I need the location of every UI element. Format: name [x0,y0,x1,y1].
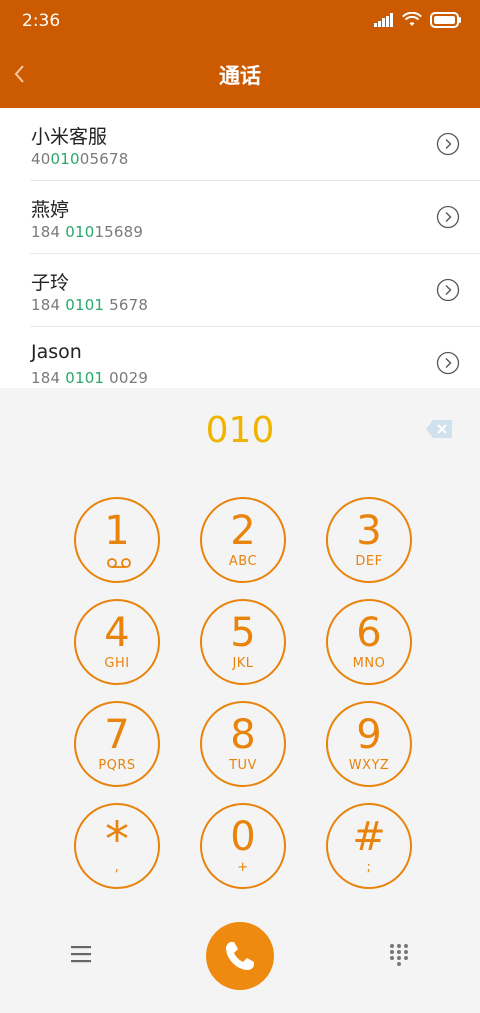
contact-name: 小米客服 [31,126,108,148]
backspace-icon[interactable] [425,419,453,439]
detail-arrow-icon[interactable] [436,132,460,156]
page-title: 通话 [219,64,261,88]
search-results-list: 小米客服 4001005678 燕婷 184 01015689 子玲 184 0… [0,108,480,388]
dial-key-1[interactable]: 1 [74,497,160,583]
dial-key-6[interactable]: 6 MNO [326,599,412,685]
signal-icon [374,13,393,27]
dialed-number: 010 [205,410,275,451]
contact-name: Jason [31,341,82,363]
dial-key-9[interactable]: 9 WXYZ [326,701,412,787]
battery-icon [430,12,461,28]
detail-arrow-icon[interactable] [436,205,460,229]
dial-key-5[interactable]: 5 JKL [200,599,286,685]
detail-arrow-icon[interactable] [436,278,460,302]
call-button[interactable] [206,922,274,990]
dial-key-3[interactable]: 3 DEF [326,497,412,583]
contact-number: 184 0101 5678 [31,296,149,314]
dial-key-hash[interactable]: # ; [326,803,412,889]
list-item[interactable]: 小米客服 4001005678 [0,108,480,181]
voicemail-icon [107,558,131,568]
status-time: 2:36 [22,11,61,31]
contact-name: 子玲 [31,272,70,294]
wifi-icon [402,12,422,26]
dial-key-8[interactable]: 8 TUV [200,701,286,787]
contact-number: 184 01015689 [31,223,144,241]
list-item[interactable]: 子玲 184 0101 5678 [0,254,480,327]
contact-number: 4001005678 [31,150,129,168]
list-item[interactable]: 燕婷 184 01015689 [0,181,480,254]
dial-key-2[interactable]: 2 ABC [200,497,286,583]
phone-icon [226,942,254,970]
dial-key-0[interactable]: 0 + [200,803,286,889]
detail-arrow-icon[interactable] [436,351,460,375]
dialpad-grid-icon[interactable] [388,943,410,967]
dial-key-7[interactable]: 7 PQRS [74,701,160,787]
contact-number: 184 0101 0029 [31,369,149,387]
dial-key-star[interactable]: * , [74,803,160,889]
dial-key-4[interactable]: 4 GHI [74,599,160,685]
menu-icon[interactable] [70,944,92,964]
contact-name: 燕婷 [31,199,70,221]
app-header: 2:36 通话 [0,0,480,108]
status-icons [374,12,462,28]
